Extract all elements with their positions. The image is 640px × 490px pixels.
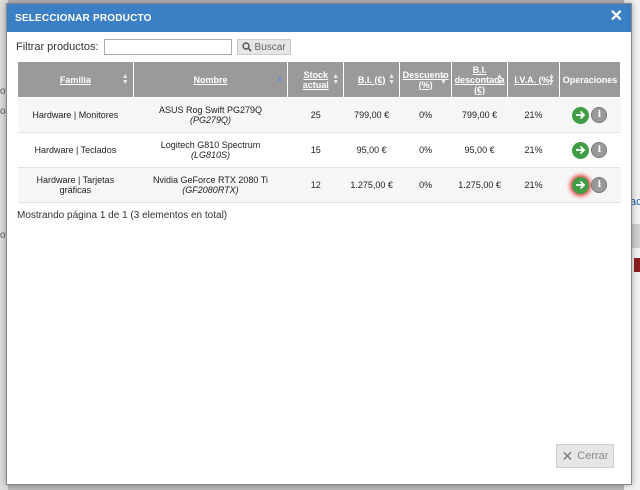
cell-nombre: Logitech G810 Spectrum (LG810S) — [133, 132, 288, 168]
cell-bi-descontada: 95,00 € — [451, 132, 508, 168]
background-text: o — [0, 86, 6, 97]
product-ref: (PG279Q) — [189, 115, 231, 125]
cell-familia: Hardware | Monitores — [17, 97, 134, 133]
cell-bi-descontada: 1.275,00 € — [451, 167, 508, 203]
product-ref: (LG810S) — [190, 150, 230, 160]
sort-icon: ▲ ▼ — [332, 72, 340, 86]
cell-descuento: 0% — [399, 167, 452, 203]
sort-icon: ▲ ▼ — [496, 72, 504, 86]
close-icon[interactable]: ✕ — [610, 9, 623, 25]
dialog-titlebar: SELECCIONAR PRODUCTO — [7, 4, 631, 32]
select-arrow-icon[interactable] — [572, 141, 590, 159]
table-header-row: Familia ▲ ▼ Nombre ▲ Stock actual ▲ ▼ B.I. (€… — [17, 61, 622, 98]
column-header-nombre[interactable]: Nombre ▲ — [132, 61, 289, 98]
cell-stock: 25 — [287, 97, 344, 133]
column-header-operaciones: Operaciones — [558, 61, 622, 98]
filter-input[interactable] — [103, 39, 232, 55]
column-header-stock[interactable]: Stock actual ▲ ▼ — [287, 61, 345, 98]
sort-icon: ▲ ▼ — [548, 72, 555, 86]
pagination-info: Mostrando página 1 de 1 (3 elementos en … — [17, 210, 228, 221]
cell-nombre: Nvidia GeForce RTX 2080 Ti (GF2080RTX) — [133, 167, 288, 203]
table-row: Hardware | Teclados Logitech G810 Spectr… — [17, 132, 621, 168]
filter-label: Filtrar productos: — [16, 41, 99, 53]
table-row: Hardware | Tarjetas gráficas Nvidia GeFo… — [17, 167, 621, 203]
column-header-bi-descontada[interactable]: B.I. descontada (€) ▲ ▼ — [451, 61, 509, 98]
background-red-element — [634, 258, 640, 272]
select-arrow-icon[interactable] — [572, 176, 590, 194]
cell-descuento: 0% — [399, 132, 452, 168]
select-product-dialog: SELECCIONAR PRODUCTO ✕ Filtrar productos… — [6, 3, 632, 485]
info-icon[interactable]: i — [591, 107, 608, 123]
sort-icon: ▲ ▼ — [388, 72, 396, 86]
cell-iva: 21% — [507, 167, 560, 203]
cell-descuento: 0% — [399, 97, 452, 133]
column-header-familia[interactable]: Familia ▲ ▼ — [17, 61, 134, 98]
cell-familia: Hardware | Teclados — [17, 132, 134, 168]
cell-stock: 15 — [287, 132, 344, 168]
search-icon — [241, 42, 252, 52]
cerrar-button-label: Cerrar — [577, 450, 609, 462]
column-header-descuento[interactable]: Descuento (%) ▲ ▼ — [399, 61, 453, 98]
cell-stock: 12 — [287, 167, 344, 203]
table-row: Hardware | Monitores ASUS Rog Swift PG27… — [17, 97, 621, 133]
cell-bi: 1.275,00 € — [343, 167, 400, 203]
cell-bi: 799,00 € — [343, 97, 400, 133]
info-icon[interactable]: i — [591, 142, 608, 158]
cell-nombre: ASUS Rog Swift PG279Q (PG279Q) — [133, 97, 288, 133]
dialog-title: SELECCIONAR PRODUCTO — [15, 12, 152, 24]
select-arrow-icon[interactable] — [572, 106, 590, 124]
products-table: Familia ▲ ▼ Nombre ▲ Stock actual ▲ ▼ B.I. (€… — [17, 61, 622, 203]
cell-familia: Hardware | Tarjetas gráficas — [17, 167, 134, 203]
cell-bi: 95,00 € — [343, 132, 400, 168]
column-header-bi[interactable]: B.I. (€) ▲ ▼ — [343, 61, 401, 98]
cerrar-button[interactable]: ✕ Cerrar — [556, 444, 614, 468]
cell-iva: 21% — [507, 97, 560, 133]
cell-bi-descontada: 799,00 € — [451, 97, 508, 133]
cell-operaciones: i — [559, 97, 621, 133]
filter-row: Filtrar productos: Buscar — [16, 39, 291, 55]
cell-operaciones: i — [559, 132, 621, 168]
background-text: o — [0, 230, 6, 241]
search-button[interactable]: Buscar — [236, 39, 291, 55]
cell-iva: 21% — [507, 132, 560, 168]
product-ref: (GF2080RTX) — [182, 185, 239, 195]
sort-icon: ▲ ▼ — [440, 72, 448, 86]
background-text: o — [0, 106, 6, 117]
sort-asc-icon: ▲ — [276, 75, 284, 83]
column-header-iva[interactable]: I.V.A. (%) ▲ ▼ — [507, 61, 560, 98]
close-icon: ✕ — [561, 447, 574, 464]
info-icon[interactable]: i — [591, 177, 608, 193]
search-button-label: Buscar — [254, 41, 286, 53]
sort-icon: ▲ ▼ — [121, 72, 129, 86]
cell-operaciones: i — [559, 167, 621, 203]
